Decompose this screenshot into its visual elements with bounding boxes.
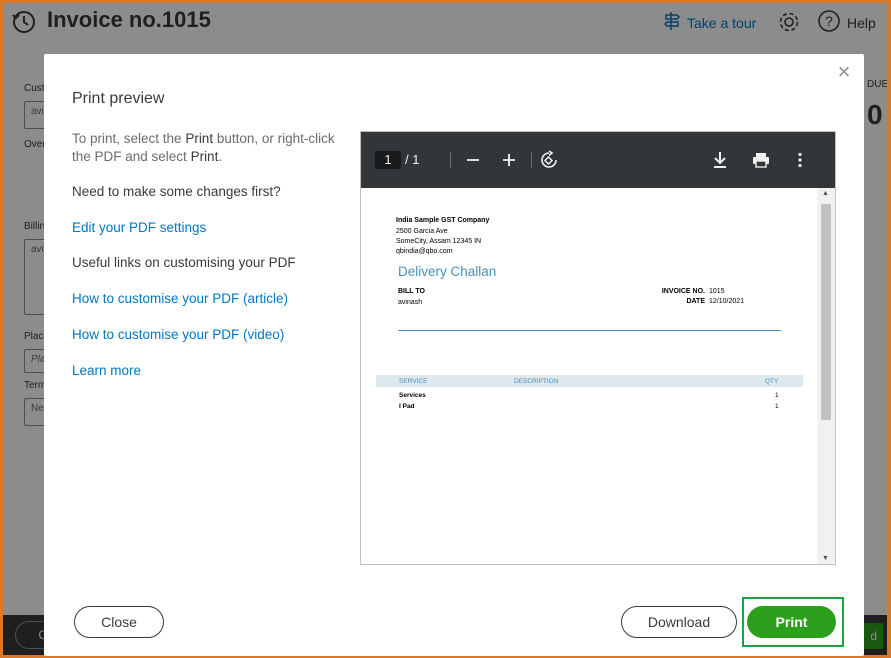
bill-to-label: BILL TO (398, 288, 425, 295)
print-instructions: To print, select the Print button, or ri… (72, 131, 335, 164)
print-preview-dialog: Print preview × To print, select the Pri… (44, 54, 864, 656)
download-icon[interactable] (708, 148, 732, 172)
close-button[interactable]: Close (74, 606, 164, 638)
page-number-input[interactable]: 1 (375, 151, 401, 169)
more-options-icon[interactable] (788, 148, 812, 172)
edit-pdf-settings-link[interactable]: Edit your PDF settings (72, 219, 342, 237)
column-service: SERVICE (399, 378, 428, 385)
scrollbar-thumb[interactable] (821, 204, 831, 420)
learn-more-link[interactable]: Learn more (72, 362, 342, 380)
pdf-page: India Sample GST Company 2500 Garcia Ave… (361, 188, 817, 564)
print-button[interactable]: Print (747, 606, 836, 638)
scroll-down-arrow-icon[interactable]: ▼ (822, 555, 829, 562)
company-email: qbindia@qbo.com (396, 248, 453, 255)
date-label: DATE (686, 298, 705, 305)
table-row-service: I Pad (399, 403, 415, 410)
zoom-in-icon[interactable] (497, 148, 521, 172)
zoom-out-icon[interactable] (461, 148, 485, 172)
print-icon[interactable] (749, 148, 773, 172)
changes-heading: Need to make some changes first? (72, 184, 281, 199)
toolbar-divider (531, 152, 532, 168)
table-header (376, 375, 803, 387)
close-icon[interactable]: × (834, 61, 854, 83)
table-row-service: Services (399, 392, 426, 399)
customise-video-link[interactable]: How to customise your PDF (video) (72, 326, 342, 344)
document-title: Delivery Challan (398, 264, 497, 279)
customise-article-link[interactable]: How to customise your PDF (article) (72, 290, 342, 308)
useful-links-heading: Useful links on customising your PDF (72, 255, 296, 270)
table-row-qty: 1 (775, 403, 779, 410)
company-address-line2: SomeCity, Assam 12345 IN (396, 238, 482, 245)
instructions-panel: To print, select the Print button, or ri… (72, 130, 342, 380)
table-row-qty: 1 (775, 392, 779, 399)
dialog-title: Print preview (72, 90, 165, 107)
pdf-toolbar: 1 / 1 (361, 132, 835, 188)
date-value: 12/10/2021 (709, 298, 745, 305)
company-address-line1: 2500 Garcia Ave (396, 228, 448, 235)
download-button[interactable]: Download (621, 606, 737, 638)
divider-line (398, 330, 781, 331)
bill-to-name: avinash (398, 299, 423, 306)
company-name: India Sample GST Company (396, 217, 490, 224)
rotate-icon[interactable] (537, 148, 561, 172)
scroll-up-arrow-icon[interactable]: ▲ (822, 190, 829, 197)
toolbar-divider (450, 152, 451, 168)
invoice-no-label: INVOICE NO. (661, 288, 705, 295)
column-description: DESCRIPTION (514, 378, 559, 385)
page-count: / 1 (405, 152, 420, 167)
pdf-scrollbar[interactable]: ▲ ▼ (817, 188, 835, 564)
invoice-no-value: 1015 (709, 288, 725, 295)
column-qty: QTY (765, 378, 779, 385)
pdf-viewer[interactable]: 1 / 1 India Sample GST Company 2500 Garc… (360, 131, 836, 565)
